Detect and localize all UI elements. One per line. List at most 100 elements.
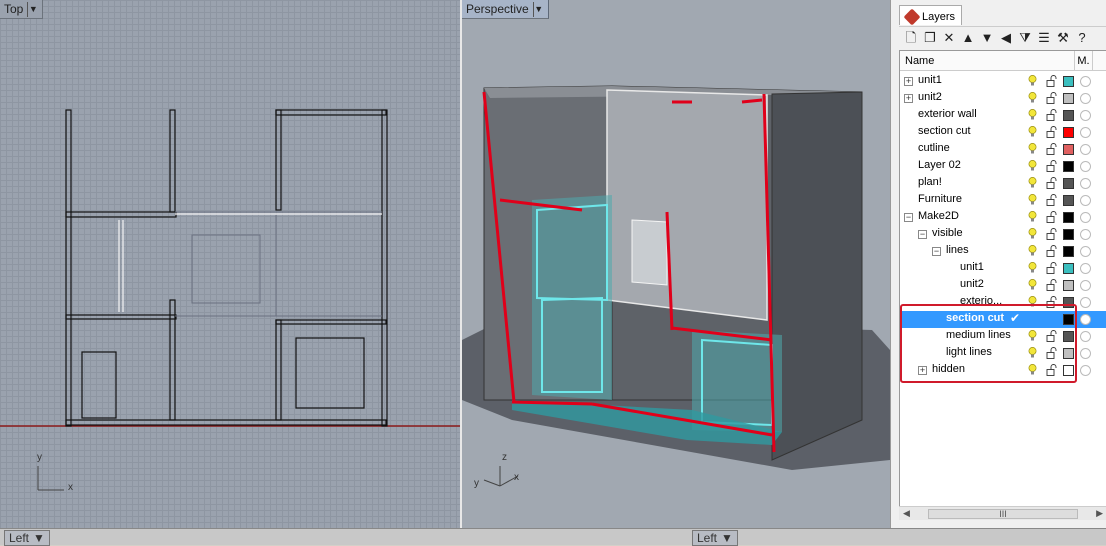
layer-material-icon[interactable] [1080,246,1091,257]
expand-icon[interactable]: + [904,94,913,103]
layer-row[interactable]: + hidden [900,362,1106,379]
layer-row[interactable]: section cut [900,124,1106,141]
tab-left-viewport-1[interactable]: Left ▼ [4,530,50,546]
layer-row[interactable]: section cut ✔ [900,311,1106,328]
tools-icon[interactable]: ⚒ [1055,30,1071,46]
unlock-icon[interactable] [1046,92,1057,104]
layer-name[interactable]: cutline [918,142,950,154]
move-up-icon[interactable]: ▲ [960,30,976,46]
layer-color-swatch[interactable] [1063,348,1074,359]
unlock-icon[interactable] [1046,245,1057,257]
layer-row[interactable]: + unit2 [900,90,1106,107]
layer-name[interactable]: medium lines [946,329,1011,341]
lightbulb-icon[interactable] [1028,347,1037,359]
layer-row[interactable]: − visible [900,226,1106,243]
layer-name[interactable]: light lines [946,346,992,358]
unlock-icon[interactable] [1046,211,1057,223]
layer-name[interactable]: unit2 [918,91,942,103]
unlock-icon[interactable] [1046,109,1057,121]
layer-material-icon[interactable] [1080,178,1091,189]
expand-icon[interactable]: + [918,366,927,375]
layer-color-swatch[interactable] [1063,195,1074,206]
tab-left-viewport-2[interactable]: Left ▼ [692,530,738,546]
lightbulb-icon[interactable] [1028,279,1037,291]
layer-color-swatch[interactable] [1063,212,1074,223]
layer-name[interactable]: exterio... [960,295,1002,307]
help-icon[interactable]: ? [1074,30,1090,46]
layer-color-swatch[interactable] [1063,297,1074,308]
layer-color-swatch[interactable] [1063,161,1074,172]
layer-material-icon[interactable] [1080,195,1091,206]
layer-name[interactable]: exterior wall [918,108,977,120]
layer-material-icon[interactable] [1080,93,1091,104]
column-name-header[interactable]: Name [900,51,1075,70]
layer-color-swatch[interactable] [1063,280,1074,291]
layer-material-icon[interactable] [1080,212,1091,223]
lightbulb-icon[interactable] [1028,109,1037,121]
properties-icon[interactable]: ☰ [1036,30,1052,46]
layer-material-icon[interactable] [1080,127,1091,138]
layer-material-icon[interactable] [1080,110,1091,121]
layer-color-swatch[interactable] [1063,246,1074,257]
lightbulb-icon[interactable] [1028,262,1037,274]
layer-color-swatch[interactable] [1063,127,1074,138]
horizontal-scrollbar[interactable]: ◀ III ▶ [899,506,1106,520]
layer-row[interactable]: light lines [900,345,1106,362]
collapse-icon[interactable]: − [918,230,927,239]
layer-material-icon[interactable] [1080,297,1091,308]
layer-name[interactable]: unit1 [918,74,942,86]
perspective-viewport[interactable]: Perspective ▼ z y x [462,0,890,528]
tab-layers[interactable]: Layers [899,5,963,25]
collapse-icon[interactable]: − [932,247,941,256]
layer-material-icon[interactable] [1080,161,1091,172]
layer-name[interactable]: Furniture [918,193,962,205]
layer-material-icon[interactable] [1080,365,1091,376]
lightbulb-icon[interactable] [1028,194,1037,206]
layer-row[interactable]: medium lines [900,328,1106,345]
layer-material-icon[interactable] [1080,229,1091,240]
layer-row[interactable]: exterior wall [900,107,1106,124]
new-sublayer-icon[interactable]: ❐ [922,30,938,46]
layer-color-swatch[interactable] [1063,263,1074,274]
layer-row[interactable]: cutline [900,141,1106,158]
layer-name[interactable]: Make2D [918,210,959,222]
lightbulb-icon[interactable] [1028,92,1037,104]
unlock-icon[interactable] [1046,228,1057,240]
layer-row[interactable]: unit2 [900,277,1106,294]
layer-name[interactable]: lines [946,244,969,256]
unlock-icon[interactable] [1046,279,1057,291]
unlock-icon[interactable] [1046,75,1057,87]
layer-color-swatch[interactable] [1063,365,1074,376]
layer-name[interactable]: unit1 [960,261,984,273]
column-material-header[interactable]: M. [1075,51,1093,70]
delete-icon[interactable]: ✕ [941,30,957,46]
lightbulb-icon[interactable] [1028,75,1037,87]
layer-name[interactable]: Layer 02 [918,159,961,171]
layer-name[interactable]: plan! [918,176,942,188]
unlock-icon[interactable] [1046,126,1057,138]
lightbulb-icon[interactable] [1028,177,1037,189]
lightbulb-icon[interactable] [1028,211,1037,223]
layer-row[interactable]: Layer 02 [900,158,1106,175]
layer-row[interactable]: − Make2D [900,209,1106,226]
layer-color-swatch[interactable] [1063,144,1074,155]
layer-material-icon[interactable] [1080,314,1091,325]
layer-material-icon[interactable] [1080,348,1091,359]
lightbulb-icon[interactable] [1028,143,1037,155]
scroll-right-icon[interactable]: ▶ [1096,508,1103,519]
layer-material-icon[interactable] [1080,263,1091,274]
layer-row[interactable]: plan! [900,175,1106,192]
layer-color-swatch[interactable] [1063,93,1074,104]
unlock-icon[interactable] [1046,262,1057,274]
chevron-down-icon[interactable]: ▼ [33,531,45,545]
scroll-thumb[interactable]: III [928,508,1078,519]
lightbulb-icon[interactable] [1028,228,1037,240]
layer-color-swatch[interactable] [1063,110,1074,121]
lightbulb-icon[interactable] [1028,296,1037,308]
move-down-icon[interactable]: ▼ [979,30,995,46]
layer-material-icon[interactable] [1080,280,1091,291]
layer-name[interactable]: visible [932,227,963,239]
filter-icon[interactable]: ⧩ [1017,30,1033,46]
layer-color-swatch[interactable] [1063,178,1074,189]
move-to-parent-icon[interactable]: ◀ [998,30,1014,46]
